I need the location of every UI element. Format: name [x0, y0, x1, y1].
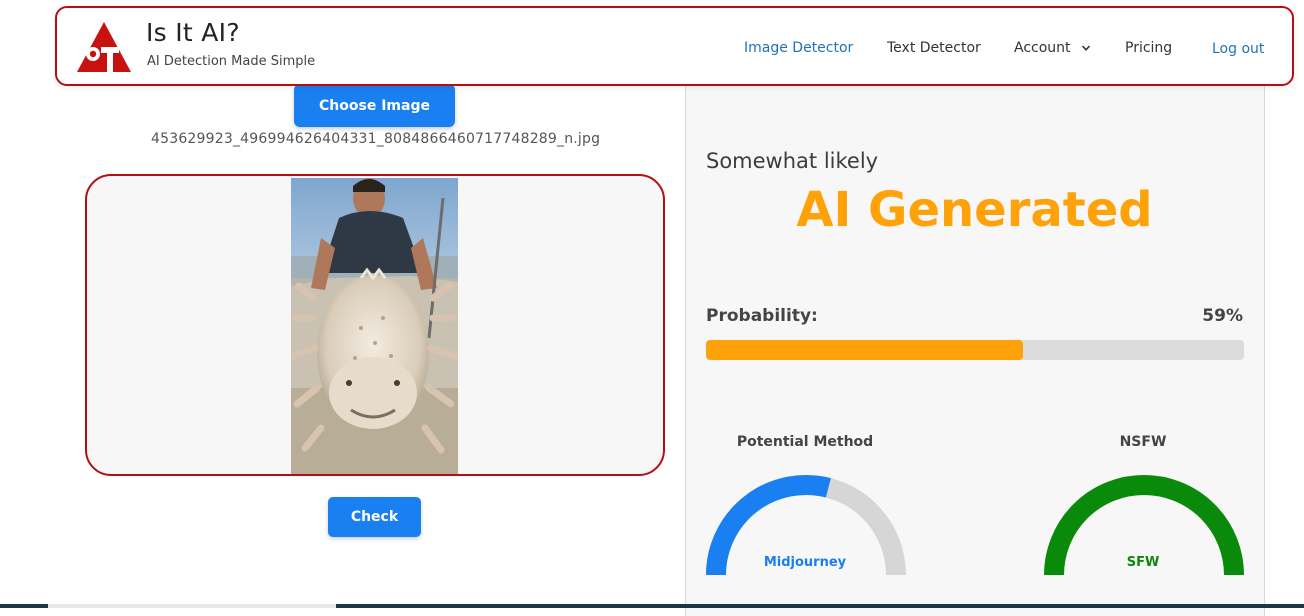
site-header: Is It AI? AI Detection Made Simple Image…	[55, 6, 1294, 86]
probability-bar-fill	[706, 340, 1024, 360]
nav-account-label: Account	[1014, 40, 1071, 56]
logo-icon[interactable]	[75, 20, 133, 74]
probability-label: Probability:	[706, 306, 818, 326]
nsfw-gauge-value: SFW	[1126, 555, 1160, 570]
taskbar-strip	[0, 604, 1304, 608]
likelihood-text: Somewhat likely	[706, 149, 879, 173]
nav-account[interactable]: Account	[1014, 40, 1091, 56]
nav-text-detector[interactable]: Text Detector	[887, 40, 981, 56]
choose-image-button[interactable]: Choose Image	[294, 84, 455, 127]
method-gauge-title: Potential Method	[736, 434, 874, 450]
nav-image-detector[interactable]: Image Detector	[744, 40, 853, 56]
nav-logout[interactable]: Log out	[1212, 41, 1264, 57]
check-button[interactable]: Check	[328, 497, 421, 537]
image-preview-frame	[85, 174, 665, 476]
brand-title[interactable]: Is It AI?	[146, 18, 240, 47]
uploaded-image	[291, 178, 458, 474]
chevron-down-icon	[1081, 45, 1091, 51]
probability-value: 59%	[1202, 306, 1243, 326]
verdict-text: AI Generated	[796, 182, 1153, 238]
brand-subtitle: AI Detection Made Simple	[147, 54, 316, 69]
method-gauge-value: Midjourney	[763, 555, 847, 570]
selected-filename: 453629923_496994626404331_80848664607177…	[151, 131, 601, 147]
nav-pricing[interactable]: Pricing	[1125, 40, 1172, 56]
probability-bar	[706, 340, 1244, 360]
nsfw-gauge-title: NSFW	[1119, 434, 1167, 450]
